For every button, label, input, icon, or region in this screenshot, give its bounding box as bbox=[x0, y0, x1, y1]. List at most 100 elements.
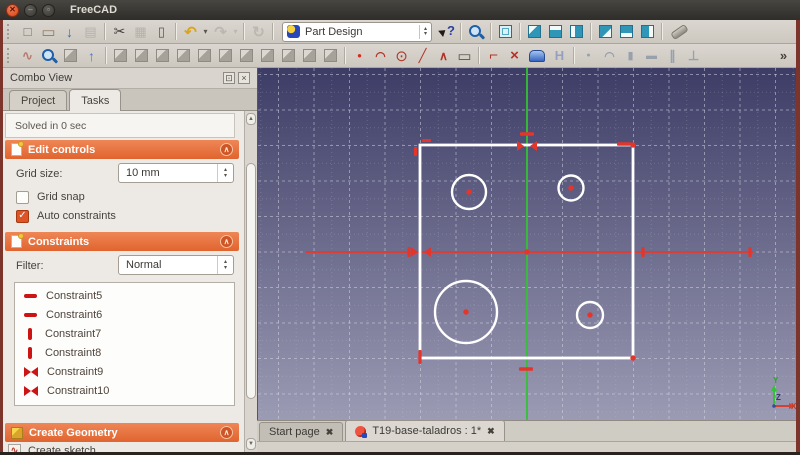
scroll-down-icon[interactable]: ▼ bbox=[246, 438, 256, 450]
view-front-icon[interactable] bbox=[528, 25, 541, 38]
new-sketch-icon[interactable]: ∿ bbox=[17, 45, 38, 66]
collapse-section-icon[interactable]: ∧ bbox=[220, 426, 233, 439]
sketch-point[interactable] bbox=[630, 355, 635, 360]
sketch-point[interactable] bbox=[463, 309, 468, 314]
constraint-marker[interactable] bbox=[407, 247, 410, 257]
linear-pattern-icon[interactable] bbox=[261, 49, 274, 62]
undo-icon[interactable]: ↶ bbox=[180, 21, 201, 42]
rectangle-tool-icon[interactable]: ▭ bbox=[454, 45, 475, 66]
collapse-section-icon[interactable]: ∧ bbox=[220, 235, 233, 248]
point-tool-icon[interactable]: ● bbox=[349, 45, 370, 66]
toolbar-overflow-icon[interactable]: » bbox=[773, 45, 794, 66]
filter-combobox[interactable]: Normal ▴ ▾ bbox=[118, 255, 234, 275]
redo-dropdown-icon[interactable]: ▾ bbox=[231, 21, 240, 42]
polar-pattern-icon[interactable] bbox=[282, 49, 295, 62]
sketch-point[interactable] bbox=[630, 142, 635, 147]
constraint-marker[interactable] bbox=[641, 247, 644, 257]
paste-icon[interactable]: ▯ bbox=[151, 21, 172, 42]
edit-sketch-icon[interactable] bbox=[40, 47, 58, 65]
constraint-marker[interactable] bbox=[530, 141, 537, 151]
constrain-coincident-icon[interactable]: ● bbox=[578, 45, 599, 66]
map-sketch-icon[interactable] bbox=[64, 49, 77, 62]
fillet-feature-icon[interactable] bbox=[198, 49, 211, 62]
measure-distance-icon[interactable] bbox=[670, 23, 689, 39]
constraint-marker[interactable] bbox=[424, 247, 431, 257]
create-sketch-item[interactable]: ∿ Create sketch bbox=[8, 444, 96, 452]
pocket-icon[interactable] bbox=[135, 49, 148, 62]
groove-icon[interactable] bbox=[177, 49, 190, 62]
trim-tool-icon[interactable]: × bbox=[504, 45, 525, 66]
auto-constraints-checkbox[interactable]: ✓ bbox=[16, 210, 29, 223]
close-tab-icon[interactable]: ✖ bbox=[487, 426, 495, 437]
constraint-marker[interactable] bbox=[519, 367, 533, 371]
draft-icon[interactable] bbox=[240, 49, 253, 62]
grid-size-spinbox[interactable]: 10 mm ▴ ▾ bbox=[118, 163, 234, 183]
constraint-item[interactable]: Constraint5 bbox=[15, 286, 234, 305]
tab-tasks[interactable]: Tasks bbox=[69, 89, 121, 111]
circle-tool-icon[interactable]: ⊙ bbox=[391, 45, 412, 66]
open-file-icon[interactable]: ▭ bbox=[38, 21, 59, 42]
scrollbar-thumb[interactable] bbox=[246, 163, 256, 399]
window-close-button[interactable]: ✕ bbox=[6, 4, 19, 17]
redo-icon[interactable]: ↷ bbox=[210, 21, 231, 42]
copy-icon[interactable]: ▦ bbox=[130, 21, 151, 42]
toolbar-handle[interactable] bbox=[7, 48, 13, 63]
save-file-icon[interactable]: ↓ bbox=[59, 21, 80, 42]
section-edit-controls[interactable]: Edit controls ∧ bbox=[5, 140, 239, 159]
view-bottom-icon[interactable] bbox=[620, 25, 633, 38]
fillet-tool-icon[interactable]: ⌐ bbox=[483, 45, 504, 66]
collapse-section-icon[interactable]: ∧ bbox=[220, 143, 233, 156]
section-create-geometry[interactable]: Create Geometry ∧ bbox=[5, 423, 239, 442]
mirrored-icon[interactable] bbox=[303, 49, 316, 62]
undo-dropdown-icon[interactable]: ▾ bbox=[201, 21, 210, 42]
spinner-arrows-icon[interactable]: ▴ ▾ bbox=[217, 256, 233, 274]
tab-project[interactable]: Project bbox=[9, 90, 67, 110]
constraint-item[interactable]: Constraint7 bbox=[15, 324, 234, 343]
sketch-point[interactable] bbox=[568, 185, 573, 190]
sketch-canvas[interactable]: YXZ bbox=[257, 68, 796, 420]
panel-close-icon[interactable]: × bbox=[238, 72, 250, 84]
view-left-icon[interactable] bbox=[641, 25, 654, 38]
sketch-point[interactable] bbox=[466, 189, 471, 194]
whats-this-icon[interactable]: ? bbox=[437, 22, 457, 42]
constraint-marker[interactable] bbox=[418, 350, 421, 364]
polyline-tool-icon[interactable]: ∧ bbox=[433, 45, 454, 66]
constrain-horizontal-icon[interactable]: ▬ bbox=[641, 45, 662, 66]
constrain-perpendicular-icon[interactable]: ⊥ bbox=[683, 45, 704, 66]
scroll-up-icon[interactable]: ▲ bbox=[246, 113, 256, 125]
multitransform-icon[interactable] bbox=[324, 49, 337, 62]
external-geometry-icon[interactable] bbox=[529, 50, 545, 62]
constraint-marker[interactable] bbox=[520, 132, 534, 136]
constraint-marker[interactable] bbox=[517, 141, 524, 151]
view-top-icon[interactable] bbox=[549, 25, 562, 38]
revolution-icon[interactable] bbox=[156, 49, 169, 62]
chamfer-icon[interactable] bbox=[219, 49, 232, 62]
constraint-item[interactable]: Constraint9 bbox=[15, 362, 234, 381]
panel-scrollbar[interactable]: ▲ ▼ bbox=[244, 111, 257, 452]
view-isometric-icon[interactable] bbox=[499, 25, 512, 38]
sketch-point[interactable] bbox=[524, 249, 529, 254]
refresh-icon[interactable]: ↻ bbox=[248, 21, 269, 42]
close-tab-icon[interactable]: ✖ bbox=[326, 427, 334, 438]
constraint-marker[interactable] bbox=[422, 139, 431, 142]
construction-mode-icon[interactable]: H bbox=[549, 45, 570, 66]
constrain-parallel-icon[interactable]: ∥ bbox=[662, 45, 683, 66]
constrain-vertical-icon[interactable]: ▮ bbox=[620, 45, 641, 66]
new-file-icon[interactable]: □ bbox=[17, 21, 38, 42]
window-minimize-button[interactable]: – bbox=[24, 4, 37, 17]
pad-icon[interactable] bbox=[114, 49, 127, 62]
panel-float-icon[interactable]: ⊡ bbox=[223, 72, 235, 84]
window-maximize-button[interactable]: ▫ bbox=[42, 4, 55, 17]
section-constraints[interactable]: Constraints ∧ bbox=[5, 232, 239, 251]
sketch-point[interactable] bbox=[587, 312, 592, 317]
constrain-tangent-icon[interactable]: ◠ bbox=[599, 45, 620, 66]
spinner-arrows-icon[interactable]: ▴▾ bbox=[419, 25, 427, 39]
constraint-item[interactable]: Constraint6 bbox=[15, 305, 234, 324]
constraint-marker[interactable] bbox=[748, 247, 751, 257]
workbench-selector[interactable]: Part Design▴▾ bbox=[282, 22, 432, 42]
leave-sketch-icon[interactable]: ↑ bbox=[81, 45, 102, 66]
toolbar-handle[interactable] bbox=[7, 24, 13, 39]
grid-snap-checkbox[interactable] bbox=[16, 191, 29, 204]
document-tab[interactable]: Start page✖ bbox=[259, 422, 343, 441]
constraint-item[interactable]: Constraint8 bbox=[15, 343, 234, 362]
